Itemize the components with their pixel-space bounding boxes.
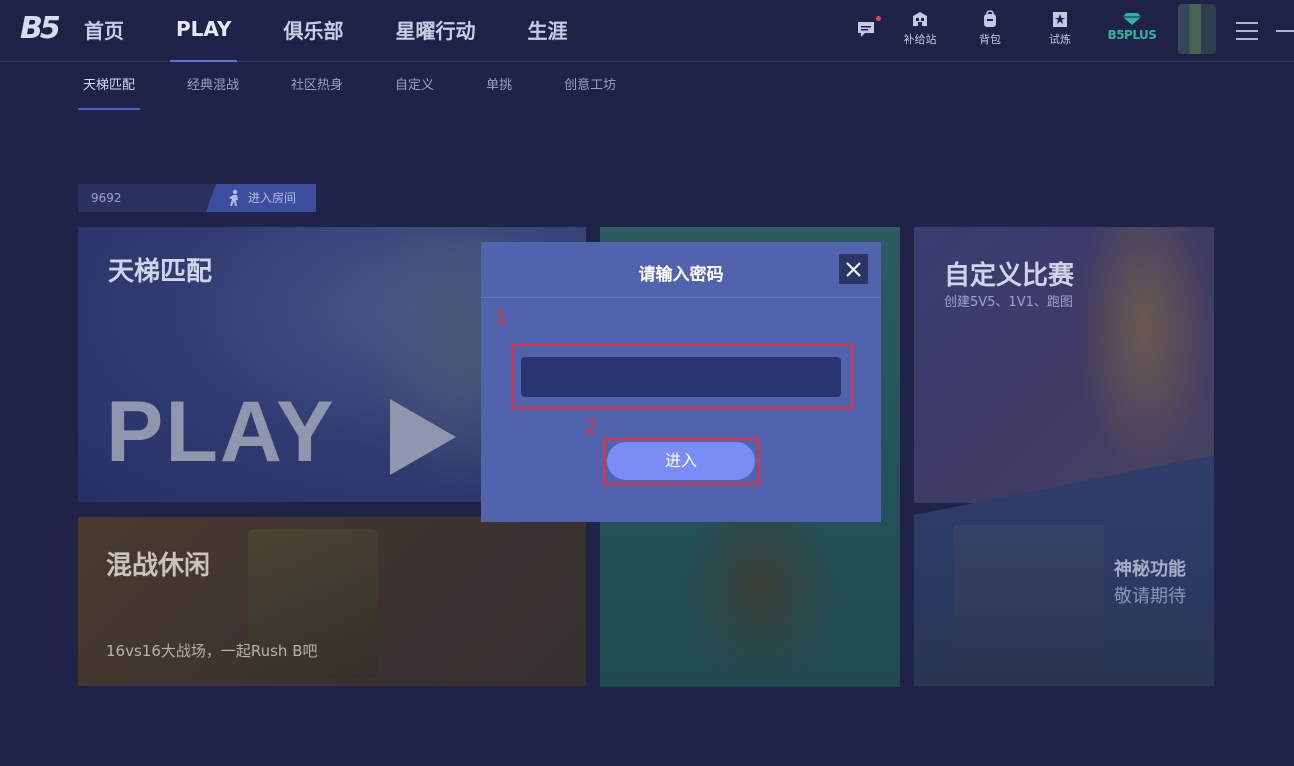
tab-creative-workshop[interactable]: 创意工坊 [564,62,616,110]
store-icon [913,12,927,26]
b5plus-label: B5PLUS [1107,28,1157,42]
password-input[interactable] [521,357,841,397]
play-big-text: PLAY [106,384,336,480]
supply-station-label: 补给站 [903,33,937,46]
tab-community-warmup[interactable]: 社区热身 [291,62,343,110]
menu-icon[interactable] [1236,20,1258,42]
tab-classic-melee[interactable]: 经典混战 [187,62,239,110]
b5-logo[interactable]: B5 [20,10,61,48]
nav-home[interactable]: 首页 [84,0,124,62]
play-arrow-icon [390,399,456,475]
backpack-label: 背包 [979,33,1001,46]
dialog-title: 请输入密码 [638,265,724,285]
building-illustration [954,525,1104,665]
backpack-button[interactable]: 背包 [965,10,1015,47]
tab-ladder-match[interactable]: 天梯匹配 [78,62,141,110]
annotation-number-1: 1 [495,306,508,328]
enter-room-button[interactable]: 进入房间 [206,184,316,212]
notification-dot [876,16,881,21]
melee-card-title: 混战休闲 [106,551,211,581]
mystery-card-title: 神秘功能 [1114,559,1186,580]
enter-room-label: 进入房间 [248,191,297,205]
soldier-icon [229,189,238,206]
mystery-card-desc: 敬请期待 [1114,586,1186,607]
custom-card-desc: 创建5V5、1V1、跑图 [944,295,1073,310]
trial-star-icon [1053,12,1067,27]
melee-card-desc: 16vs16大战场，一起Rush B吧 [106,642,318,660]
player-illustration [1074,227,1214,477]
minimize-icon[interactable] [1276,30,1294,32]
custom-card-title: 自定义比赛 [944,261,1075,291]
dialog-header: 请输入密码 [481,242,881,298]
top-bar: B5 首页 PLAY 俱乐部 星曜行动 生涯 补给站 背包 试炼 B5PLUS [0,0,1294,62]
password-dialog: 请输入密码 1 2 进入 [481,242,881,522]
nav-star-action[interactable]: 星曜行动 [395,0,475,62]
diamond-icon [1123,13,1141,25]
annotation-number-2: 2 [585,416,598,438]
enter-button[interactable]: 进入 [607,442,755,480]
b5plus-button[interactable]: B5PLUS [1106,12,1158,42]
close-button[interactable] [839,254,868,284]
nav-club[interactable]: 俱乐部 [283,0,343,62]
avatar[interactable] [1178,4,1216,54]
nav-career[interactable]: 生涯 [527,0,567,62]
ladder-card-title: 天梯匹配 [108,257,213,287]
custom-match-card[interactable]: 自定义比赛 创建5V5、1V1、跑图 [914,227,1214,503]
backpack-icon [984,10,996,27]
main-nav: 首页 PLAY 俱乐部 星曜行动 生涯 [84,0,619,62]
sub-nav: 天梯匹配 经典混战 社区热身 自定义 单挑 创意工坊 [78,62,668,110]
supply-station-button[interactable]: 补给站 [895,10,945,47]
room-id-input[interactable]: 9692 [78,184,218,212]
melee-card[interactable]: 混战休闲 16vs16大战场，一起Rush B吧 [78,517,586,686]
close-icon [846,262,861,277]
chat-icon[interactable] [856,20,876,38]
trial-label: 试炼 [1049,33,1071,46]
tab-custom[interactable]: 自定义 [395,62,434,110]
trial-button[interactable]: 试炼 [1035,10,1085,47]
nav-play[interactable]: PLAY [169,0,238,62]
tab-duel[interactable]: 单挑 [486,62,512,110]
